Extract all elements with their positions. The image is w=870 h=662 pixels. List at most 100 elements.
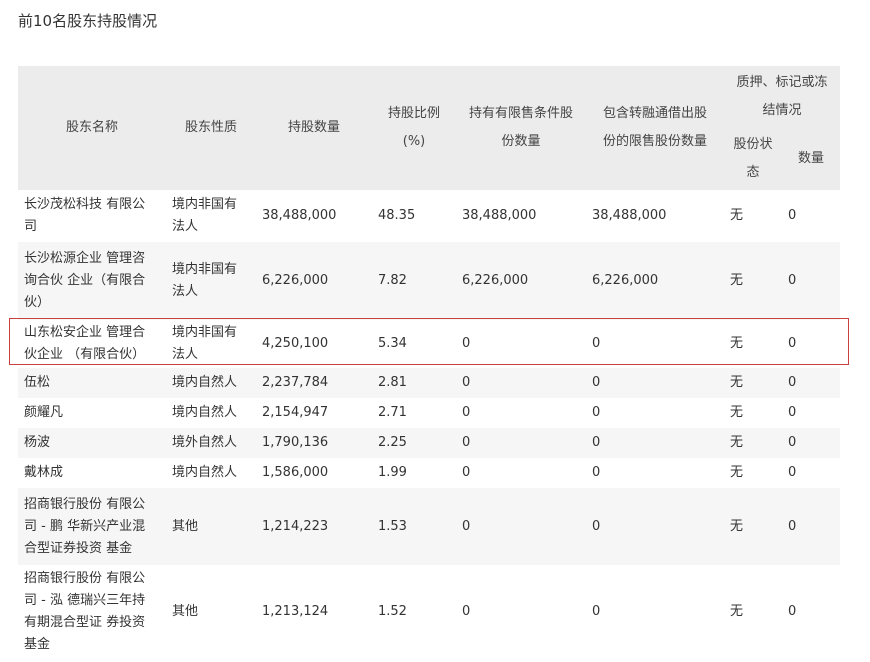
table-row: 长沙松源企业 管理咨 询合伙 企业（有限合 伙） 境内非国有 法人 6,226,000 7.… <box>18 242 841 320</box>
cell-ratio: 5.34 <box>372 320 456 368</box>
cell-ratio: 1.99 <box>372 458 456 488</box>
cell-name-line: 司 - 泓 德瑞兴三年持 <box>24 592 146 608</box>
header-pledge-status-line1: 股份状 <box>733 137 773 152</box>
cell-lending: 6,226,000 <box>586 242 724 320</box>
table-row: 招商银行股份 有限公司 - 鹏 华新兴产业混 合型证券投资 基金 其他 1,214,2… <box>18 488 841 565</box>
cell-lending: 0 <box>586 488 724 565</box>
cell-ratio: 2.25 <box>372 428 456 458</box>
cell-ratio: 2.71 <box>372 398 456 428</box>
cell-pledge-status: 无 <box>724 565 782 658</box>
header-ratio-line2: (%) <box>402 134 426 149</box>
cell-pledge-qty: 0 <box>782 368 841 398</box>
cell-shares: 4,250,100 <box>256 320 372 368</box>
cell-pledge-status: 无 <box>724 190 782 242</box>
cell-ratio: 2.81 <box>372 368 456 398</box>
cell-nature-line: 境内自然人 <box>172 375 238 390</box>
cell-name-line: 司 <box>24 219 38 234</box>
cell-nature-line: 境内非国有 <box>172 197 238 212</box>
header-name: 股东名称 <box>18 66 166 190</box>
header-ratio-line1: 持股比例 <box>387 106 440 121</box>
cell-pledge-status: 无 <box>724 242 782 320</box>
cell-ratio: 7.82 <box>372 242 456 320</box>
cell-pledge-status: 无 <box>724 398 782 428</box>
cell-shares: 2,237,784 <box>256 368 372 398</box>
cell-lending: 0 <box>586 320 724 368</box>
cell-name-line: 招商银行股份 有限公 <box>24 496 146 512</box>
cell-shares: 2,154,947 <box>256 398 372 428</box>
header-lending: 包含转融通借出股 份的限售股份数量 <box>586 66 724 190</box>
cell-restricted: 0 <box>456 368 586 398</box>
header-lending-line2: 份的限售股份数量 <box>602 134 707 149</box>
cell-nature-line: 境外自然人 <box>172 435 238 450</box>
table-row: 山东松安企业 管理合 伙企业 （有限合伙） 境内非国有 法人 4,250,100 5.34… <box>18 320 841 368</box>
table-row: 戴林成 境内自然人 1,586,000 1.99 0 0 无 0 <box>18 458 841 488</box>
cell-nature-line: 法人 <box>172 347 199 362</box>
cell-shares: 1,790,136 <box>256 428 372 458</box>
cell-restricted: 0 <box>456 565 586 658</box>
cell-pledge-qty: 0 <box>782 242 841 320</box>
cell-nature-line: 境内非国有 <box>172 262 238 277</box>
cell-name-line: 长沙茂松科技 有限公 <box>24 197 146 212</box>
cell-pledge-qty: 0 <box>782 458 841 488</box>
header-shares: 持股数量 <box>256 66 372 190</box>
cell-name-line: 有期混合型证 券投资 <box>24 614 146 630</box>
cell-pledge-qty: 0 <box>782 565 841 658</box>
cell-lending: 0 <box>586 428 724 458</box>
cell-nature: 其他 <box>166 488 256 565</box>
cell-nature: 境内非国有 法人 <box>166 190 256 242</box>
cell-name: 戴林成 <box>18 458 166 488</box>
cell-restricted: 0 <box>456 398 586 428</box>
cell-pledge-status: 无 <box>724 458 782 488</box>
table-row: 长沙茂松科技 有限公司境内非国有 法人 38,488,000 48.35 38,488,… <box>18 190 841 242</box>
cell-pledge-status: 无 <box>724 320 782 368</box>
cell-name-line: 司 - 鹏 华新兴产业混 <box>24 518 146 534</box>
cell-name-line: 合型证券投资 基金 <box>24 540 133 556</box>
cell-nature: 境内非国有 法人 <box>166 242 256 320</box>
cell-nature: 境内自然人 <box>166 398 256 428</box>
cell-restricted: 0 <box>456 428 586 458</box>
cell-pledge-status: 无 <box>724 488 782 565</box>
cell-lending: 0 <box>586 398 724 428</box>
top10-shareholders-table: 股东名称 股东性质 持股数量 持股比例 (%) 持有有限售条件股 份数量 包含转… <box>18 66 841 658</box>
cell-nature-line: 其他 <box>172 603 199 619</box>
cell-pledge-qty: 0 <box>782 428 841 458</box>
cell-name: 招商银行股份 有限公司 - 鹏 华新兴产业混 合型证券投资 基金 <box>18 488 166 565</box>
header-restricted: 持有有限售条件股 份数量 <box>456 66 586 190</box>
cell-restricted: 0 <box>456 458 586 488</box>
header-restricted-line1: 持有有限售条件股 <box>468 106 573 121</box>
cell-name-line: 招商银行股份 有限公 <box>24 570 146 586</box>
cell-nature-line: 境内自然人 <box>172 465 238 480</box>
cell-name-line: 询合伙 企业（有限合 <box>24 273 146 288</box>
cell-name-line: 长沙松源企业 管理咨 <box>24 251 146 266</box>
cell-name: 长沙松源企业 管理咨 询合伙 企业（有限合 伙） <box>18 242 166 320</box>
cell-shares: 1,213,124 <box>256 565 372 658</box>
cell-name: 长沙茂松科技 有限公司 <box>18 190 166 242</box>
cell-name-line: 基金 <box>24 636 51 652</box>
cell-lending: 0 <box>586 458 724 488</box>
cell-restricted: 38,488,000 <box>456 190 586 242</box>
cell-pledge-qty: 0 <box>782 190 841 242</box>
cell-ratio: 48.35 <box>372 190 456 242</box>
header-pledge: 质押、标记或冻 结情况 <box>724 66 841 128</box>
cell-name: 伍松 <box>18 368 166 398</box>
cell-name-line: 颜耀凡 <box>24 405 64 420</box>
cell-nature: 境内非国有 法人 <box>166 320 256 368</box>
table-row: 伍松 境内自然人 2,237,784 2.81 0 0 无 0 <box>18 368 841 398</box>
header-restricted-line2: 份数量 <box>501 134 541 149</box>
cell-name-line: 戴林成 <box>24 465 64 480</box>
cell-pledge-status: 无 <box>724 428 782 458</box>
cell-name: 颜耀凡 <box>18 398 166 428</box>
header-ratio: 持股比例 (%) <box>372 66 456 190</box>
cell-pledge-qty: 0 <box>782 320 841 368</box>
header-pledge-line1: 质押、标记或冻 <box>736 75 828 90</box>
table-row: 杨波 境外自然人 1,790,136 2.25 0 0 无 0 <box>18 428 841 458</box>
cell-name: 山东松安企业 管理合 伙企业 （有限合伙） <box>18 320 166 368</box>
cell-name-line: 伙企业 （有限合伙） <box>24 347 146 362</box>
cell-lending: 38,488,000 <box>586 190 724 242</box>
cell-nature: 其他 <box>166 565 256 658</box>
cell-nature: 境内自然人 <box>166 458 256 488</box>
cell-name: 杨波 <box>18 428 166 458</box>
cell-name: 招商银行股份 有限公司 - 泓 德瑞兴三年持 有期混合型证 券投资 基金 <box>18 565 166 658</box>
cell-shares: 38,488,000 <box>256 190 372 242</box>
cell-name-line: 山东松安企业 管理合 <box>24 325 146 340</box>
